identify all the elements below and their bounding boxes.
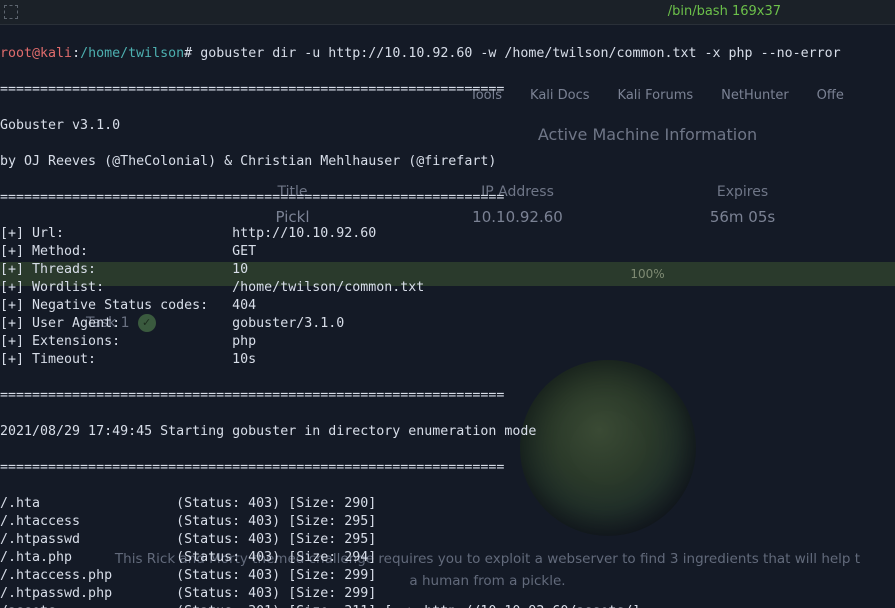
banner-line: Gobuster v3.1.0 — [0, 117, 895, 135]
result-line: /.htpasswd (Status: 403) [Size: 295] — [0, 531, 895, 549]
result-line: /.htpasswd.php (Status: 403) [Size: 299] — [0, 585, 895, 603]
param-line: [+] User Agent: gobuster/3.1.0 — [0, 315, 895, 333]
result-line: /.htaccess (Status: 403) [Size: 295] — [0, 513, 895, 531]
param-line: [+] Threads: 10 — [0, 261, 895, 279]
terminal-titlebar[interactable]: /bin/bash 169x37 — [0, 0, 895, 25]
param-line: [+] Wordlist: /home/twilson/common.txt — [0, 279, 895, 297]
prompt-line: root@kali:/home/twilson# gobuster dir -u… — [0, 45, 895, 63]
param-line: [+] Url: http://10.10.92.60 — [0, 225, 895, 243]
prompt-sep1: : — [72, 46, 80, 61]
prompt-path: /home/twilson — [80, 46, 184, 61]
separator-line: ========================================… — [0, 189, 895, 207]
window-menu-icon[interactable] — [4, 5, 18, 19]
result-line: /assets (Status: 301) [Size: 311] [--> h… — [0, 603, 895, 608]
param-line: [+] Negative Status codes: 404 — [0, 297, 895, 315]
terminal-title: /bin/bash 169x37 — [18, 3, 891, 21]
separator-line: ========================================… — [0, 81, 895, 99]
prompt-command: gobuster dir -u http://10.10.92.60 -w /h… — [200, 46, 840, 61]
param-line: [+] Timeout: 10s — [0, 351, 895, 369]
start-line: 2021/08/29 17:49:45 Starting gobuster in… — [0, 423, 895, 441]
prompt-userhost: root@kali — [0, 46, 72, 61]
separator-line: ========================================… — [0, 387, 895, 405]
separator-line: ========================================… — [0, 459, 895, 477]
result-line: /.hta.php (Status: 403) [Size: 294] — [0, 549, 895, 567]
terminal-body[interactable]: root@kali:/home/twilson# gobuster dir -u… — [0, 25, 895, 608]
param-line: [+] Extensions: php — [0, 333, 895, 351]
result-line: /.htaccess.php (Status: 403) [Size: 299] — [0, 567, 895, 585]
banner-line: by OJ Reeves (@TheColonial) & Christian … — [0, 153, 895, 171]
terminal-window[interactable]: /bin/bash 169x37 root@kali:/home/twilson… — [0, 0, 895, 608]
result-line: /.hta (Status: 403) [Size: 290] — [0, 495, 895, 513]
prompt-sep2: # — [184, 46, 192, 61]
param-line: [+] Method: GET — [0, 243, 895, 261]
